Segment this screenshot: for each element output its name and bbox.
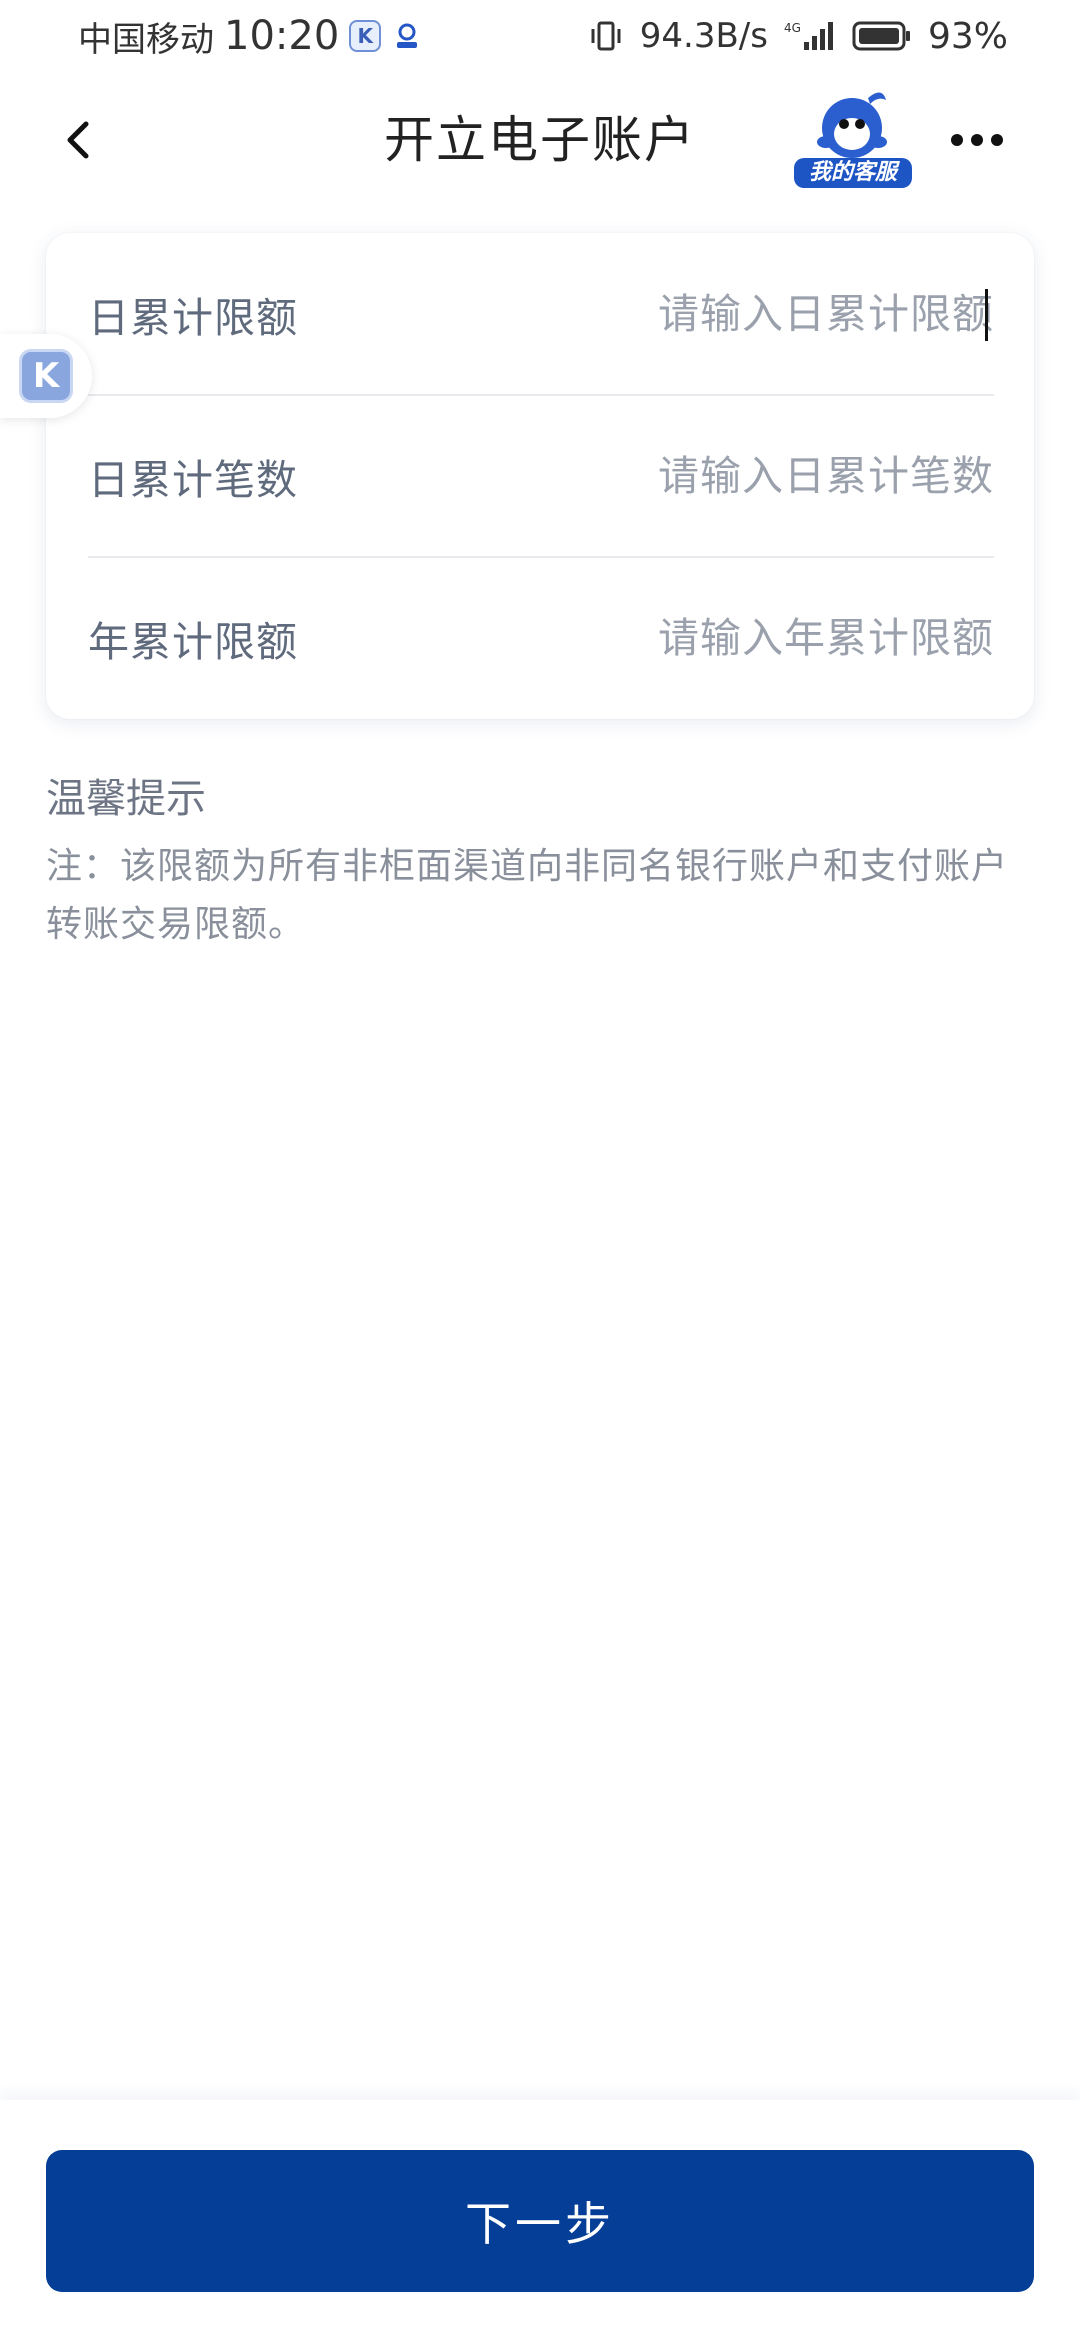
daily-count-label: 日累计笔数: [88, 456, 298, 504]
k-app-notification-icon: K: [349, 20, 382, 52]
battery-icon: [852, 20, 912, 52]
daily-limit-label: 日累计限额: [88, 294, 298, 342]
limit-form-card: 日累计限额 日累计笔数 年累计限额: [46, 233, 1034, 719]
floating-app-widget[interactable]: K: [0, 334, 92, 418]
daily-count-row: 日累计笔数: [88, 395, 994, 557]
daily-limit-input[interactable]: [574, 290, 994, 338]
customer-service-button[interactable]: 我的客服: [790, 82, 915, 192]
battery-percentage: 93%: [927, 15, 1008, 57]
status-bar: 中国移动 10:20 K 94.3B/s 4G 93%: [0, 0, 1080, 72]
page: 中国移动 10:20 K 94.3B/s 4G 93% 开立电子账户 我的客服 …: [0, 0, 1080, 2340]
text-caret: [985, 289, 988, 341]
signal-icon: 4G: [784, 18, 836, 54]
status-right: 94.3B/s 4G 93%: [572, 16, 1008, 57]
clock: 10:20: [224, 13, 340, 59]
customer-service-label: 我的客服: [794, 158, 912, 188]
network-speed: 94.3B/s: [639, 16, 768, 56]
bottom-action-area: 下一步: [0, 2100, 1080, 2340]
bank-app-notification-icon: [391, 20, 424, 52]
more-dots-icon: [951, 134, 1003, 146]
carrier-label: 中国移动: [78, 19, 214, 60]
daily-limit-row: 日累计限额: [88, 233, 994, 395]
daily-count-input[interactable]: [574, 452, 994, 500]
yearly-limit-label: 年累计限额: [88, 618, 298, 666]
yearly-limit-input[interactable]: [574, 614, 994, 662]
nav-bar: 开立电子账户 我的客服: [0, 72, 1080, 210]
tips-title: 温馨提示: [46, 776, 206, 822]
yearly-limit-row: 年累计限额: [88, 557, 994, 719]
k-app-icon: K: [19, 349, 73, 403]
status-left: 中国移动 10:20 K: [78, 12, 433, 61]
vibrate-icon: [588, 18, 624, 54]
page-title: 开立电子账户: [384, 111, 696, 169]
more-button[interactable]: [942, 112, 1012, 168]
next-step-button[interactable]: 下一步: [46, 2150, 1034, 2292]
tips-text: 注：该限额为所有非柜面渠道向非同名银行账户和支付账户转账交易限额。: [46, 846, 1009, 945]
network-type-label: 4G: [784, 21, 801, 35]
